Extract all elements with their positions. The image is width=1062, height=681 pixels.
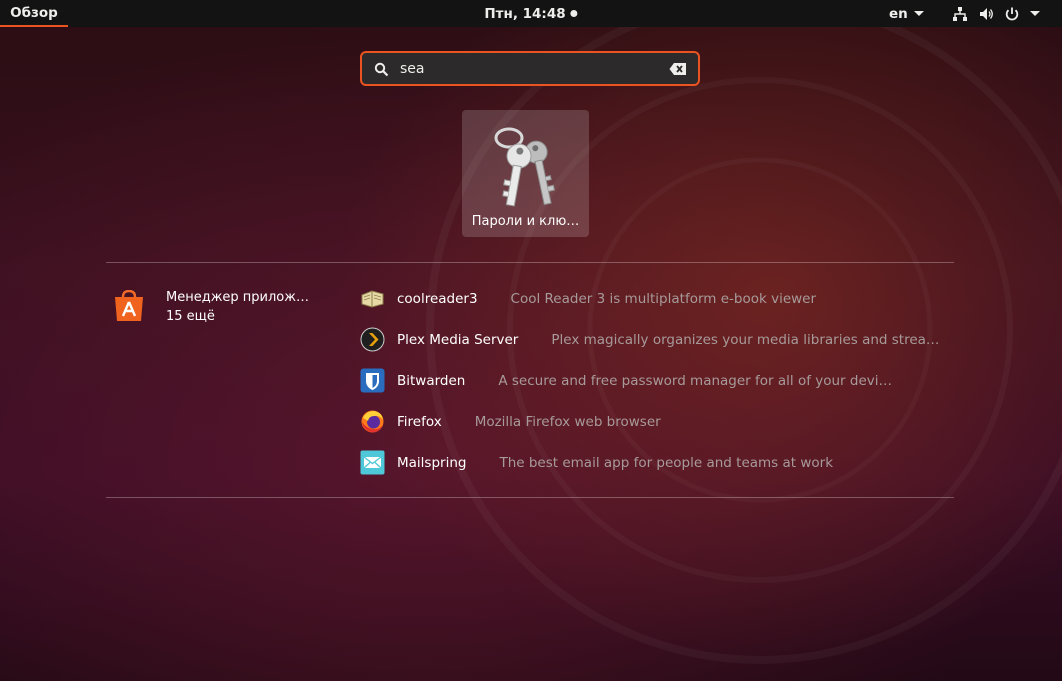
keys-icon [494,127,556,207]
search-box[interactable] [360,51,700,86]
result-name: Bitwarden [397,372,466,389]
chevron-down-icon [1030,11,1040,16]
activities-button[interactable]: Обзор [0,0,68,27]
mail-icon [360,450,385,475]
top-bar: Обзор Птн, 14:48 en [0,0,1062,27]
app-result-label: Пароли и клю… [471,214,580,229]
volume-icon [978,6,994,22]
result-mailspring[interactable]: Mailspring The best email app for people… [360,442,960,483]
power-icon [1004,6,1020,22]
divider [106,497,954,498]
provider-name: Менеджер прилож… [166,290,309,305]
result-name: Firefox [397,413,442,430]
result-name: Mailspring [397,454,467,471]
language-label: en [889,5,908,22]
clock-label: Птн, 14:48 [484,5,566,22]
software-store-icon [115,290,143,321]
result-bitwarden[interactable]: Bitwarden A secure and free password man… [360,360,960,401]
result-plex-media-server[interactable]: Plex Media Server Plex magically organiz… [360,319,960,360]
language-menu[interactable]: en [889,0,924,27]
result-firefox[interactable]: Firefox Mozilla Firefox web browser [360,401,960,442]
result-description: The best email app for people and teams … [499,454,834,471]
network-icon [952,6,968,22]
result-description: Cool Reader 3 is multiplatform e-book vi… [510,290,817,307]
result-name: coolreader3 [397,290,478,307]
book-icon [361,290,384,308]
result-description: Plex magically organizes your media libr… [551,331,952,348]
provider-more-count: 15 ещё [166,309,215,324]
search-input[interactable] [400,57,660,81]
result-description: Mozilla Firefox web browser [474,413,661,430]
firefox-icon [361,410,384,433]
divider [106,262,954,263]
clear-search-icon[interactable] [669,62,687,76]
result-coolreader3[interactable]: coolreader3 Cool Reader 3 is multiplatfo… [360,278,960,319]
shield-icon [360,368,385,393]
search-icon [374,62,389,77]
activities-label: Обзор [10,4,58,21]
result-name: Plex Media Server [397,331,519,348]
app-result-passwords-keys[interactable]: Пароли и клю… [462,110,589,237]
system-tray[interactable] [952,0,1040,27]
clock-button[interactable]: Птн, 14:48 [484,0,578,27]
result-description: A secure and free password manager for a… [498,372,899,389]
chevron-down-icon [913,11,924,16]
search-results-list: coolreader3 Cool Reader 3 is multiplatfo… [360,278,960,483]
software-provider[interactable]: Менеджер прилож… 15 ещё [112,288,332,328]
notification-dot-icon [570,10,578,17]
plex-icon [360,327,385,352]
